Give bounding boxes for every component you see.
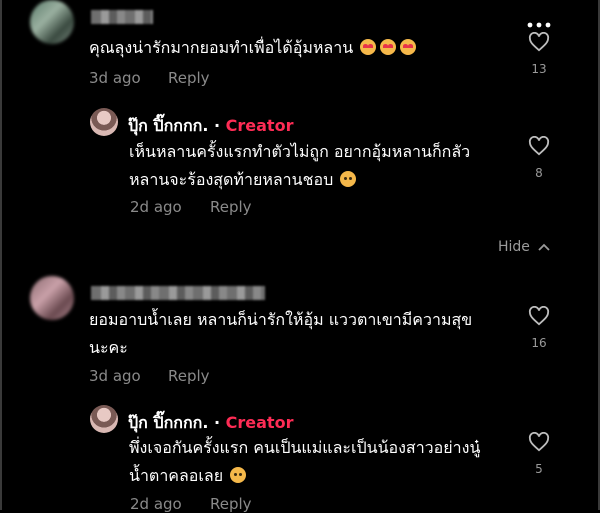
comment-text: คุณลุงน่ารักมากยอมทำเพื่อได้อุ้มหลาน [89, 34, 509, 62]
reply-text: เห็นหลานครั้งแรกทำตัวไม่ถูก อยากอุ้มหลาน… [129, 138, 549, 194]
creator-avatar[interactable] [90, 405, 118, 433]
sad-face-emoji-icon [340, 171, 357, 187]
heart-eyes-emoji-icon [380, 39, 397, 55]
chevron-up-icon [538, 243, 551, 251]
comment-text-line: ยอมอาบน้ำเลย หลานก็น่ารักให้อุ้ม แววตาเข… [89, 310, 473, 329]
heart-eyes-emoji-icon [360, 39, 377, 55]
sad-face-emoji-icon [230, 467, 247, 483]
heart-outline-icon[interactable] [528, 305, 550, 326]
heart-outline-icon[interactable] [528, 31, 550, 52]
reply-button[interactable]: Reply [210, 198, 252, 216]
avatar[interactable] [30, 276, 74, 320]
like-count: 13 [531, 62, 547, 76]
creator-username[interactable]: ปุ๊ก ปิ๊กกกก. [128, 413, 208, 432]
creator-name-line: ปุ๊ก ปิ๊กกกก. · Creator [128, 114, 293, 139]
reply-timestamp: 2d ago [130, 495, 182, 513]
more-options-icon[interactable] [526, 14, 552, 28]
username-blurred[interactable] [91, 286, 265, 300]
comment-timestamp: 3d ago [89, 367, 141, 385]
comment-timestamp: 3d ago [89, 69, 141, 87]
like-button[interactable]: 8 [524, 135, 554, 180]
heart-eyes-emoji-icon [400, 39, 417, 55]
reply-text-line: น้ำตาคลอเลย [129, 462, 549, 490]
comment-text-line: นะคะ [89, 338, 128, 357]
like-button[interactable]: 16 [524, 305, 554, 350]
reply-text: พึ่งเจอกันครั้งแรก คนเป็นแม่และเป็นน้องส… [129, 434, 549, 490]
creator-badge: Creator [225, 116, 294, 135]
creator-username[interactable]: ปุ๊ก ปิ๊กกกก. [128, 116, 208, 135]
username-blurred[interactable] [91, 10, 153, 24]
like-button[interactable]: 13 [524, 31, 554, 76]
reply-button[interactable]: Reply [210, 495, 252, 513]
like-count: 5 [535, 462, 543, 476]
heart-outline-icon[interactable] [528, 431, 550, 452]
creator-avatar[interactable] [90, 108, 118, 136]
creator-name-line: ปุ๊ก ปิ๊กกกก. · Creator [128, 411, 293, 436]
separator-dot: · [213, 116, 221, 135]
avatar[interactable] [30, 0, 74, 44]
separator-dot: · [213, 413, 221, 432]
reply-timestamp: 2d ago [130, 198, 182, 216]
hide-label: Hide [498, 239, 530, 255]
reply-text-line: หลานจะร้องสุดท้ายหลานชอบ [129, 166, 549, 194]
heart-outline-icon[interactable] [528, 135, 550, 156]
comment-text: ยอมอาบน้ำเลย หลานก็น่ารักให้อุ้ม แววตาเข… [89, 306, 509, 362]
like-count: 16 [531, 336, 547, 350]
hide-replies-button[interactable]: Hide [498, 239, 551, 255]
reply-text-line: เห็นหลานครั้งแรกทำตัวไม่ถูก อยากอุ้มหลาน… [129, 142, 471, 161]
like-button[interactable]: 5 [524, 431, 554, 476]
reply-button[interactable]: Reply [168, 367, 210, 385]
reply-text-line: พึ่งเจอกันครั้งแรก คนเป็นแม่และเป็นน้องส… [129, 438, 481, 457]
creator-badge: Creator [225, 413, 294, 432]
reply-button[interactable]: Reply [168, 69, 210, 87]
like-count: 8 [535, 166, 543, 180]
